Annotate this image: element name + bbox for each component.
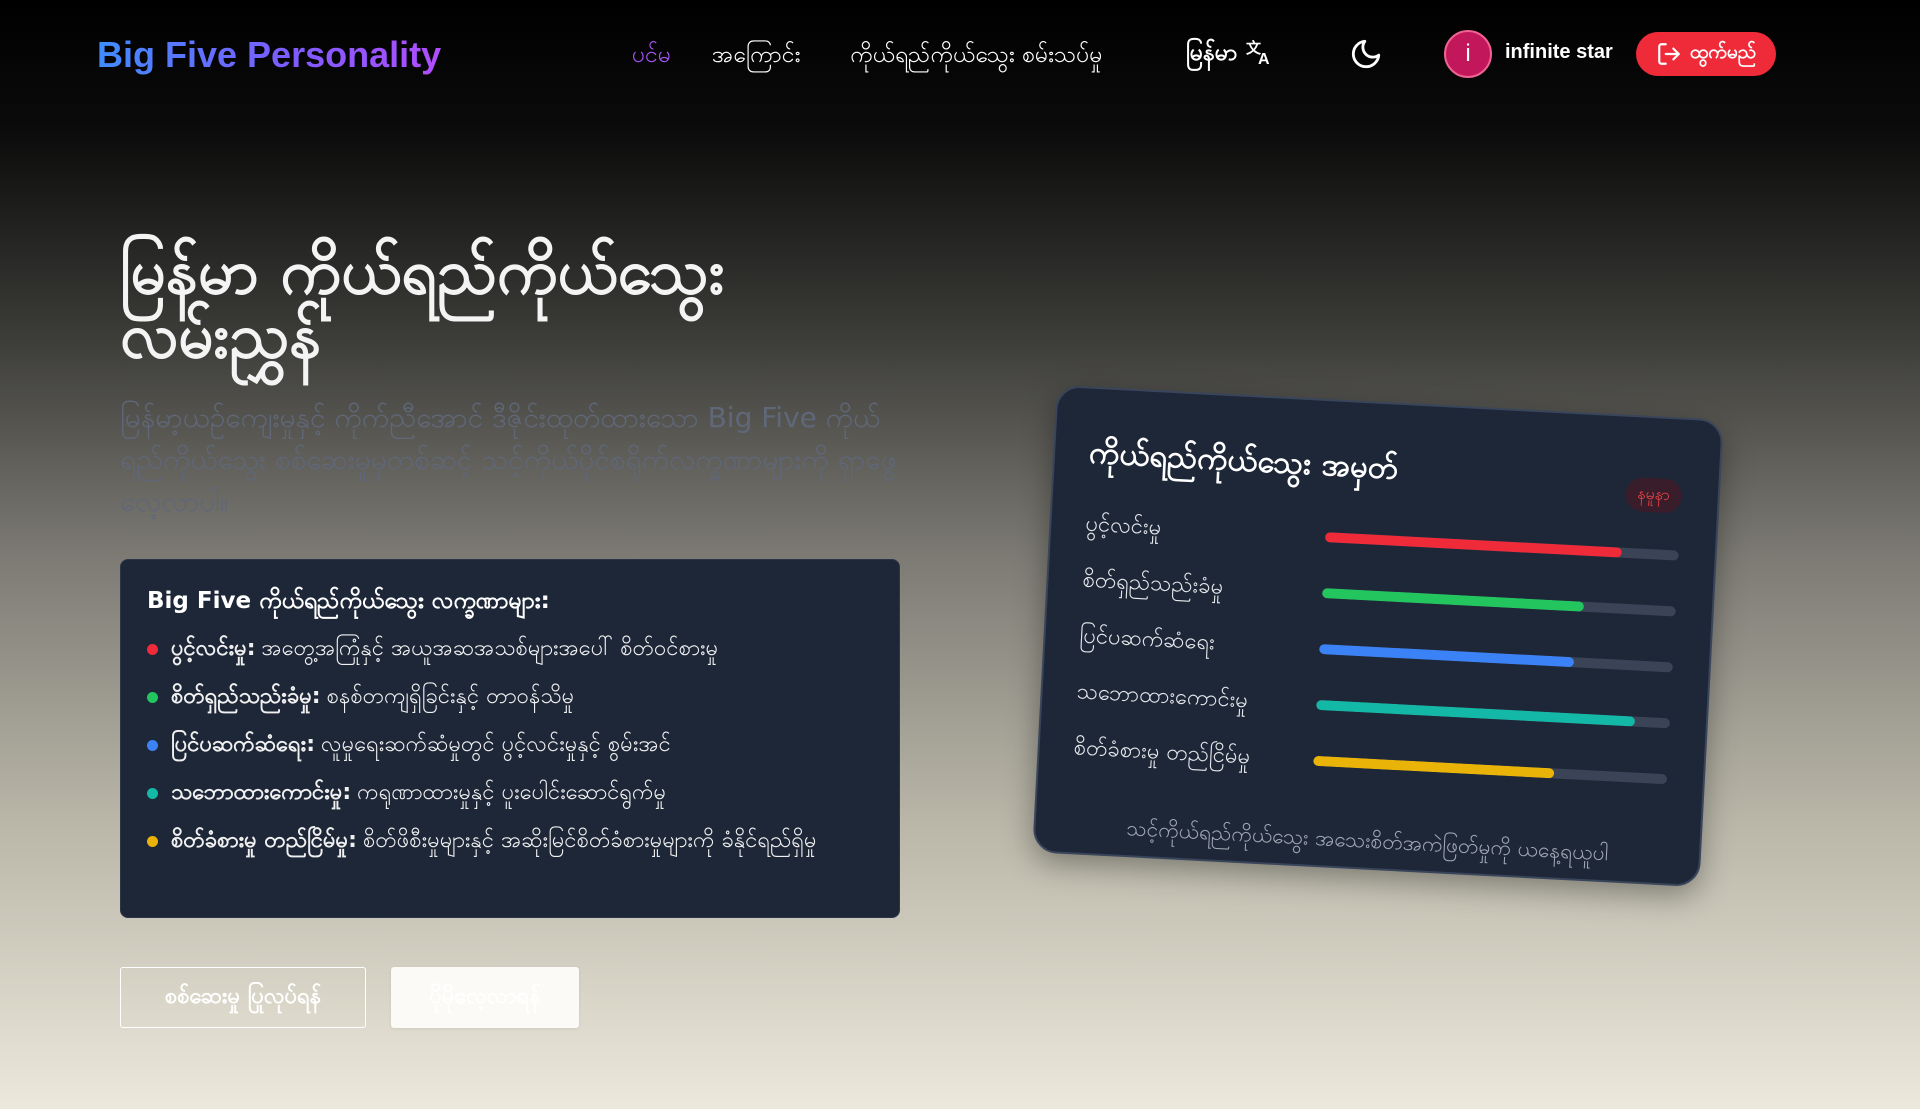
- trait-name: စိတ်ရှည်သည်းခံမှု:: [171, 684, 321, 709]
- logout-button[interactable]: ထွက်မည်: [1636, 32, 1776, 76]
- theme-toggle-button[interactable]: [1348, 36, 1384, 72]
- trait-dot-icon: [147, 644, 158, 655]
- score-bar-track: [1313, 755, 1668, 785]
- trait-description: ကရုဏာထားမှုနှင့် ပူးပေါင်းဆောင်ရွက်မှု: [357, 780, 667, 805]
- language-switcher[interactable]: မြန်မာ 文 A: [1186, 38, 1274, 72]
- language-label: မြန်မာ: [1186, 40, 1238, 66]
- traits-list: ပွင့်လင်းမှု: အတွေ့အကြုံနှင့် အယူအဆအသစ်မျ…: [147, 634, 873, 856]
- svg-text:A: A: [1258, 51, 1270, 65]
- sample-badge: နမူနာ: [1624, 476, 1683, 514]
- trait-text: စိတ်ရှည်သည်းခံမှု: စနစ်တကျရှိခြင်းနှင့် တ…: [171, 682, 574, 712]
- nav-link-test[interactable]: ကိုယ်ရည်ကိုယ်သွေး စမ်းသပ်မှု: [850, 40, 1103, 74]
- trait-name: ပွင့်လင်းမှု:: [171, 636, 256, 661]
- trait-name: သဘောထားကောင်းမှု:: [171, 780, 352, 805]
- hero-subtitle: မြန်မာ့ယဉ်ကျေးမှုနှင့် ကိုက်ညီအောင် ဒီဇိ…: [120, 401, 897, 518]
- score-bar-track: [1321, 588, 1676, 617]
- user-name[interactable]: infinite star: [1505, 41, 1613, 64]
- trait-item: ပွင့်လင်းမှု: အတွေ့အကြုံနှင့် အယူအဆအသစ်မျ…: [147, 634, 873, 664]
- score-bar-label: ပွင့်လင်းမှု: [1084, 511, 1162, 540]
- card-note: သင့်ကိုယ်ရည်ကိုယ်သွေး အသေးစိတ်အကဲဖြတ်မှု…: [1125, 816, 1609, 866]
- score-bar-label: စိတ်ခံစားမှု တည်ငြိမ်မှု: [1073, 734, 1251, 769]
- top-navbar: Big Five Personality ပင်မ အကြောင်း ကိုယ်…: [0, 0, 1920, 110]
- trait-name: စိတ်ခံစားမှု တည်ငြိမ်မှု:: [171, 828, 357, 853]
- trait-dot-icon: [147, 740, 158, 751]
- logout-icon: [1658, 43, 1680, 65]
- trait-description: စိတ်ဖိစီးမှုများနှင့် အဆိုးမြင်စိတ်ခံစား…: [362, 828, 817, 853]
- trait-text: သဘောထားကောင်းမှု: ကရုဏာထားမှုနှင့် ပူးပေါ…: [171, 778, 666, 808]
- trait-item: စိတ်ရှည်သည်းခံမှု: စနစ်တကျရှိခြင်းနှင့် တ…: [147, 682, 873, 712]
- nav-link-home[interactable]: ပင်မ: [632, 40, 671, 74]
- trait-description: လူမှုရေးဆက်ဆံမှုတွင် ပွင့်လင်းမှုနှင့် စ…: [321, 732, 671, 757]
- moon-icon: [1351, 39, 1381, 69]
- traits-panel: Big Five ကိုယ်ရည်ကိုယ်သွေး လက္ခဏာများ: ပ…: [120, 559, 900, 918]
- score-bar-fill: [1318, 643, 1575, 668]
- score-bar-label: စိတ်ရှည်သည်းခံမှု: [1081, 566, 1224, 600]
- trait-dot-icon: [147, 836, 158, 847]
- trait-text: စိတ်ခံစားမှု တည်ငြိမ်မှု: စိတ်ဖိစီးမှုမျာ…: [171, 826, 817, 856]
- start-test-button[interactable]: စစ်ဆေးမှု ပြုလုပ်ရန်: [120, 967, 366, 1028]
- score-bar-track: [1316, 699, 1671, 729]
- user-avatar[interactable]: i: [1444, 30, 1492, 78]
- score-bar-fill: [1324, 532, 1623, 558]
- trait-item: စိတ်ခံစားမှု တည်ငြိမ်မှု: စိတ်ဖိစီးမှုမျာ…: [147, 826, 873, 856]
- trait-description: စနစ်တကျရှိခြင်းနှင့် တာဝန်သိမှု: [326, 684, 575, 709]
- score-bar-track: [1324, 532, 1679, 561]
- logout-label: ထွက်မည်: [1689, 41, 1757, 63]
- trait-dot-icon: [147, 788, 158, 799]
- traits-title: Big Five ကိုယ်ရည်ကိုယ်သွေး လက္ခဏာများ:: [147, 588, 550, 614]
- score-bar-fill: [1321, 588, 1585, 612]
- trait-text: ပွင့်လင်းမှု: အတွေ့အကြုံနှင့် အယူအဆအသစ်မျ…: [171, 634, 718, 664]
- translate-icon: 文 A: [1246, 39, 1274, 71]
- score-bar-fill: [1313, 755, 1555, 779]
- score-bar-track: [1318, 643, 1674, 673]
- trait-item: ပြင်ပဆက်ဆံရေး: လူမှုရေးဆက်ဆံမှုတွင် ပွင့်…: [147, 730, 873, 760]
- trait-text: ပြင်ပဆက်ဆံရေး: လူမှုရေးဆက်ဆံမှုတွင် ပွင့်…: [171, 730, 671, 760]
- nav-link-about[interactable]: အကြောင်း: [712, 40, 800, 74]
- score-bar-fill: [1316, 699, 1635, 727]
- trait-description: အတွေ့အကြုံနှင့် အယူအဆအသစ်များအပေါ် စိတ်ဝ…: [261, 636, 719, 661]
- trait-name: ပြင်ပဆက်ဆံရေး:: [171, 732, 316, 757]
- hero-title: မြန်မာ ကိုယ်ရည်ကိုယ်သွေး လမ်းညွှန်: [120, 235, 725, 372]
- site-logo[interactable]: Big Five Personality: [97, 34, 441, 76]
- trait-dot-icon: [147, 692, 158, 703]
- card-title: ကိုယ်ရည်ကိုယ်သွေး အမှတ်: [1088, 434, 1399, 487]
- trait-item: သဘောထားကောင်းမှု: ကရုဏာထားမှုနှင့် ပူးပေါ…: [147, 778, 873, 808]
- score-preview-card: ကိုယ်ရည်ကိုယ်သွေး အမှတ် နမူနာ ပွင့်လင်းမ…: [1032, 384, 1724, 888]
- trait-score-bars: ပွင့်လင်းမှုစိတ်ရှည်သည်းခံမှုပြင်ပဆက်ဆံရ…: [1072, 497, 1682, 808]
- score-bar-label: သဘောထားကောင်းမှု: [1076, 678, 1249, 713]
- learn-more-button[interactable]: ပိုမိုလေ့လာရန်: [391, 967, 579, 1028]
- score-bar-label: ပြင်ပဆက်ဆံရေး: [1078, 622, 1216, 655]
